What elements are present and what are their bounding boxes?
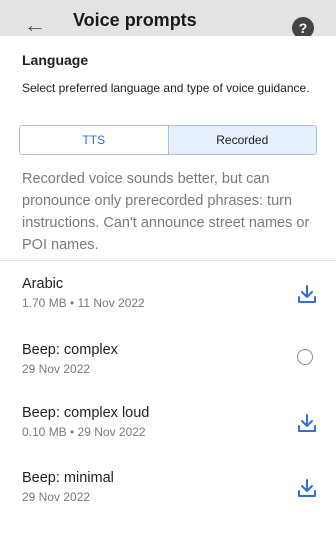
download-icon[interactable] — [295, 476, 319, 500]
voice-name: Beep: complex — [22, 342, 118, 358]
voice-name: Beep: minimal — [22, 470, 114, 486]
tts-segment-button[interactable]: TTS — [20, 126, 169, 154]
voice-meta: 29 Nov 2022 — [22, 362, 91, 376]
voice-name: Arabic — [22, 276, 64, 292]
back-arrow-icon[interactable]: ← — [24, 14, 46, 36]
voice-item-beep-complex-loud[interactable]: Beep: complex loud 0.10 MB • 29 Nov 2022 — [0, 405, 336, 461]
help-icon[interactable]: ? — [292, 17, 314, 36]
voice-type-toggle: TTS Recorded — [19, 125, 317, 155]
radio-unselected-icon[interactable] — [297, 349, 313, 365]
divider — [0, 260, 336, 261]
voice-item-beep-minimal[interactable]: Beep: minimal 29 Nov 2022 — [0, 470, 336, 526]
page-title: Voice prompts — [73, 10, 197, 30]
voice-item-beep-complex[interactable]: Beep: complex 29 Nov 2022 — [0, 342, 336, 398]
voice-name: Beep: complex loud — [22, 405, 150, 421]
language-section-title: Language — [22, 52, 89, 68]
voice-prompts-sheet: Language Select preferred language and t… — [0, 36, 336, 534]
download-icon[interactable] — [295, 282, 319, 306]
voice-meta: 29 Nov 2022 — [22, 490, 91, 504]
language-description: Select preferred language and type of vo… — [22, 81, 310, 95]
app-bar: ← Voice prompts ? — [0, 0, 336, 36]
voice-meta: 0.10 MB • 29 Nov 2022 — [22, 425, 146, 439]
voice-item-arabic[interactable]: Arabic 1.70 MB • 11 Nov 2022 — [0, 276, 336, 332]
voice-meta: 1.70 MB • 11 Nov 2022 — [22, 296, 145, 310]
recorded-segment-button[interactable]: Recorded — [168, 126, 316, 154]
download-icon[interactable] — [295, 411, 319, 435]
recorded-voice-info: Recorded voice sounds better, but can pr… — [22, 171, 310, 253]
